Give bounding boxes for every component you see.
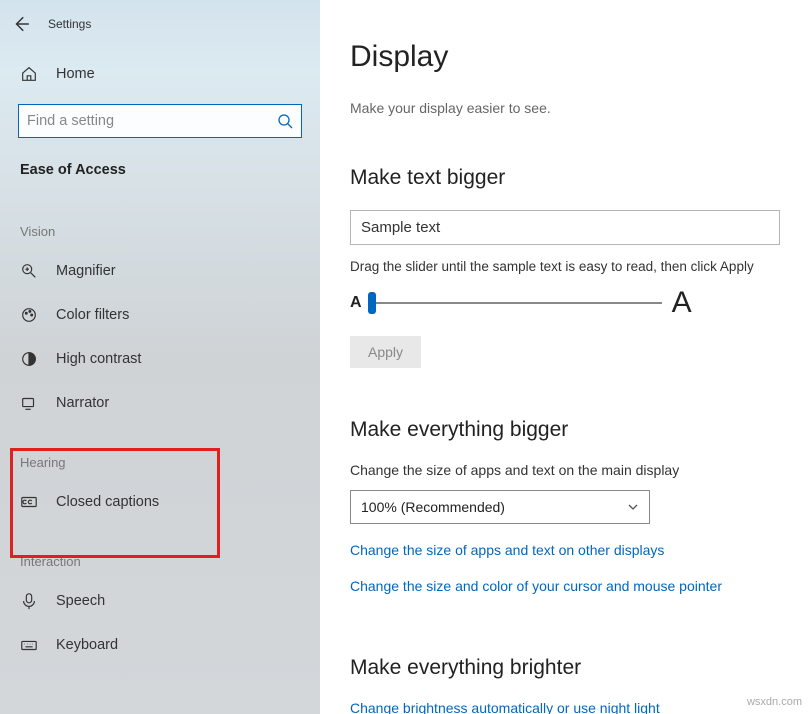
page-subtitle: Make your display easier to see. <box>350 100 782 116</box>
narrator-icon <box>20 394 38 412</box>
search-input[interactable] <box>27 113 277 129</box>
section-make-everything-bigger: Make everything bigger <box>350 418 782 442</box>
nav-label: Closed captions <box>56 494 159 510</box>
sidebar-item-high-contrast[interactable]: High contrast <box>0 337 320 381</box>
scaling-description: Change the size of apps and text on the … <box>350 462 782 478</box>
palette-icon <box>20 306 38 324</box>
keyboard-icon <box>20 636 38 654</box>
category-label: Ease of Access <box>0 138 320 194</box>
nav-label: High contrast <box>56 351 141 367</box>
group-label-hearing: Hearing <box>0 425 320 480</box>
main-content: Display Make your display easier to see.… <box>320 0 812 714</box>
mic-icon <box>20 592 38 610</box>
page-title: Display <box>350 40 782 74</box>
sidebar-item-home[interactable]: Home <box>0 50 320 98</box>
scaling-dropdown[interactable]: 100% (Recommended) <box>350 490 650 524</box>
section-make-text-bigger: Make text bigger <box>350 166 782 190</box>
text-size-slider[interactable] <box>372 295 662 311</box>
home-label: Home <box>56 66 95 82</box>
nav-label: Speech <box>56 593 105 609</box>
nav-label: Color filters <box>56 307 129 323</box>
nav-label: Keyboard <box>56 637 118 653</box>
sidebar-item-keyboard[interactable]: Keyboard <box>0 623 320 667</box>
chevron-down-icon <box>627 501 639 513</box>
link-brightness[interactable]: Change brightness automatically or use n… <box>350 700 782 714</box>
sidebar-item-narrator[interactable]: Narrator <box>0 381 320 425</box>
titlebar-label: Settings <box>48 17 91 31</box>
sidebar-item-speech[interactable]: Speech <box>0 579 320 623</box>
section-make-brighter: Make everything brighter <box>350 656 782 680</box>
slider-max-label: A <box>672 286 692 320</box>
group-label-vision: Vision <box>0 194 320 249</box>
sidebar-item-closed-captions[interactable]: Closed captions <box>0 480 320 524</box>
text-size-slider-row: A A <box>350 286 782 320</box>
link-other-displays[interactable]: Change the size of apps and text on othe… <box>350 542 782 558</box>
slider-description: Drag the slider until the sample text is… <box>350 259 782 274</box>
slider-min-label: A <box>350 294 362 312</box>
back-icon[interactable] <box>12 15 30 33</box>
titlebar: Settings <box>0 8 320 40</box>
apply-button[interactable]: Apply <box>350 336 421 368</box>
search-box[interactable] <box>18 104 302 138</box>
search-icon <box>277 113 293 129</box>
slider-thumb[interactable] <box>368 292 376 314</box>
sample-text-box: Sample text <box>350 210 780 245</box>
contrast-icon <box>20 350 38 368</box>
nav-label: Narrator <box>56 395 109 411</box>
sidebar-item-magnifier[interactable]: Magnifier <box>0 249 320 293</box>
nav-label: Magnifier <box>56 263 116 279</box>
sidebar-item-color-filters[interactable]: Color filters <box>0 293 320 337</box>
link-cursor-pointer[interactable]: Change the size and color of your cursor… <box>350 578 782 594</box>
group-label-interaction: Interaction <box>0 524 320 579</box>
dropdown-value: 100% (Recommended) <box>361 499 505 515</box>
home-icon <box>20 65 38 83</box>
magnifier-icon <box>20 262 38 280</box>
watermark: wsxdn.com <box>747 696 802 708</box>
sidebar: Settings Home Ease of Access Vision Magn… <box>0 0 320 714</box>
cc-icon <box>20 493 38 511</box>
